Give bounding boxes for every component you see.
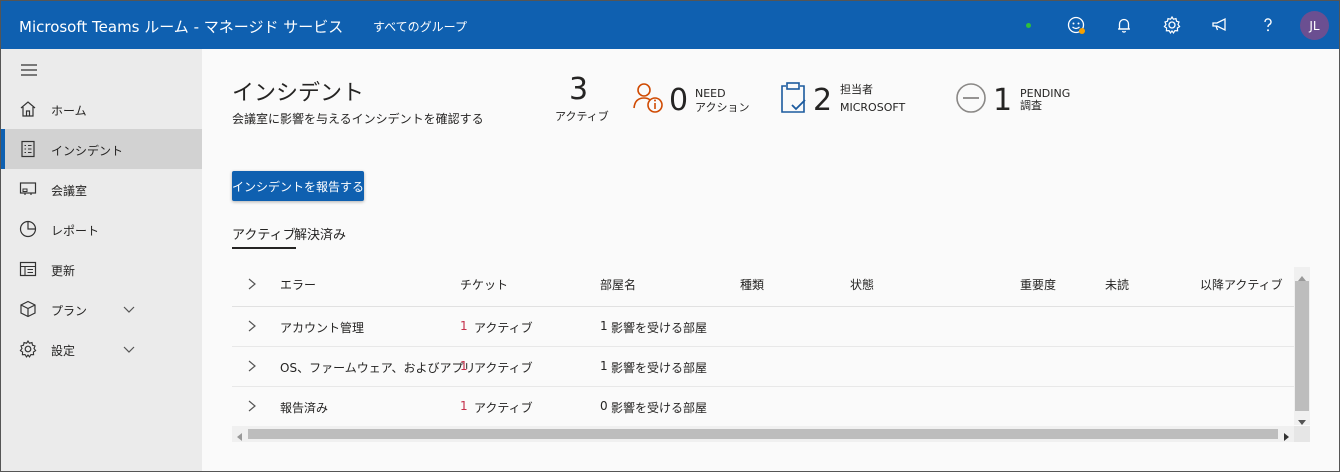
scrollbar-corner bbox=[1294, 426, 1310, 442]
ticket-text: アクティブ bbox=[474, 401, 533, 415]
room-count: 1 bbox=[600, 359, 608, 373]
vertical-scroll-thumb[interactable] bbox=[1295, 281, 1309, 411]
incident-icon bbox=[18, 139, 38, 159]
room-count: 0 bbox=[600, 399, 608, 413]
bell-icon[interactable] bbox=[1112, 13, 1136, 37]
sidebar-item-label: レポート bbox=[51, 224, 100, 238]
stat-need-action-value: 0 bbox=[669, 83, 689, 118]
scroll-left-arrow-icon[interactable] bbox=[236, 430, 242, 445]
home-icon bbox=[18, 99, 38, 119]
column-header-room-name[interactable]: 部屋名 bbox=[600, 276, 636, 293]
settings-icon bbox=[18, 339, 38, 359]
report-icon bbox=[18, 219, 38, 239]
vertical-scrollbar[interactable] bbox=[1294, 267, 1310, 425]
hamburger-menu-icon[interactable] bbox=[20, 63, 38, 77]
sidebar-item-home[interactable]: ホーム bbox=[1, 89, 202, 129]
stat-need-action-label-2: アクション bbox=[695, 101, 750, 114]
expand-all-chevron-icon[interactable] bbox=[246, 277, 258, 291]
minus-circle-icon bbox=[955, 82, 987, 114]
error-cell: OS、ファームウェア、およびアプリ bbox=[280, 361, 476, 375]
room-count: 1 bbox=[600, 319, 608, 333]
horizontal-scrollbar[interactable] bbox=[232, 426, 1294, 442]
column-header-status[interactable]: 状態 bbox=[850, 276, 874, 293]
ticket-text: アクティブ bbox=[474, 361, 533, 375]
ticket-count: 1 bbox=[460, 359, 468, 373]
avatar[interactable]: JL bbox=[1300, 11, 1329, 40]
room-text: 影響を受ける部屋 bbox=[611, 361, 708, 375]
sidebar-item-settings[interactable]: 設定 bbox=[1, 329, 202, 369]
table-row[interactable]: OS、ファームウェア、およびアプリ 1 アクティブ 1 影響を受ける部屋 bbox=[232, 347, 1294, 387]
status-indicator bbox=[1026, 23, 1031, 28]
stat-active-label: アクティブ bbox=[555, 110, 609, 123]
stat-active-value: 3 bbox=[569, 72, 589, 107]
stat-pending-label-2: 調査 bbox=[1020, 99, 1042, 112]
room-text: 影響を受ける部屋 bbox=[611, 401, 708, 415]
main-content: インシデント 会議室に影響を与えるインシデントを確認する 3 アクティブ 0 N… bbox=[202, 49, 1339, 471]
ticket-count: 1 bbox=[460, 399, 468, 413]
expand-row-chevron-icon[interactable] bbox=[246, 359, 258, 373]
expand-row-chevron-icon[interactable] bbox=[246, 319, 258, 333]
stat-need-action-label-1: NEED bbox=[695, 87, 726, 100]
horizontal-scroll-thumb[interactable] bbox=[248, 429, 1278, 439]
incidents-table: エラー チケット 部屋名 種類 状態 重要度 未読 以降アクティブ アカウント管… bbox=[232, 265, 1294, 427]
page-title: インシデント bbox=[232, 81, 365, 106]
feedback-icon[interactable] bbox=[1064, 13, 1088, 37]
stat-assigned-value: 2 bbox=[813, 83, 833, 118]
gear-icon[interactable] bbox=[1160, 13, 1184, 37]
sidebar-item-rooms[interactable]: 会議室 bbox=[1, 169, 202, 209]
ticket-count: 1 bbox=[460, 319, 468, 333]
column-header-severity[interactable]: 重要度 bbox=[1020, 276, 1056, 293]
clipboard-check-icon bbox=[778, 81, 808, 115]
error-cell: 報告済み bbox=[280, 401, 329, 415]
column-header-error[interactable]: エラー bbox=[280, 276, 316, 293]
app-title: Microsoft Teams ルーム - マネージド サービス bbox=[19, 18, 344, 36]
megaphone-icon[interactable] bbox=[1208, 13, 1232, 37]
page-subtitle: 会議室に影響を与えるインシデントを確認する bbox=[232, 112, 484, 126]
expand-row-chevron-icon[interactable] bbox=[246, 399, 258, 413]
top-bar: Microsoft Teams ルーム - マネージド サービス すべてのグルー… bbox=[1, 1, 1339, 49]
plan-icon bbox=[18, 299, 38, 319]
sidebar-item-label: インシデント bbox=[51, 144, 124, 158]
person-info-icon bbox=[632, 81, 666, 115]
room-text: 影響を受ける部屋 bbox=[611, 321, 708, 335]
table-row[interactable]: アカウント管理 1 アクティブ 1 影響を受ける部屋 bbox=[232, 307, 1294, 347]
column-header-ticket[interactable]: チケット bbox=[460, 276, 508, 293]
group-selector[interactable]: すべてのグループ bbox=[373, 18, 467, 35]
room-icon bbox=[18, 179, 38, 199]
help-icon[interactable] bbox=[1256, 13, 1280, 37]
sidebar-item-label: ホーム bbox=[51, 104, 87, 118]
app-window: Microsoft Teams ルーム - マネージド サービス すべてのグルー… bbox=[0, 0, 1340, 472]
sidebar-item-label: プラン bbox=[51, 304, 88, 318]
stat-pending-value: 1 bbox=[993, 83, 1013, 118]
column-header-unread[interactable]: 未読 bbox=[1105, 276, 1129, 293]
sidebar-item-plans[interactable]: プラン bbox=[1, 289, 202, 329]
updates-icon bbox=[18, 259, 38, 279]
sidebar-item-label: 設定 bbox=[51, 344, 76, 358]
stat-assigned-label-2: MICROSOFT bbox=[840, 101, 906, 114]
sidebar-item-label: 更新 bbox=[51, 264, 76, 278]
sidebar-item-reports[interactable]: レポート bbox=[1, 209, 202, 249]
sidebar-item-incidents[interactable]: インシデント bbox=[1, 129, 202, 169]
tab-active[interactable]: アクティブ bbox=[232, 224, 296, 249]
sidebar-item-updates[interactable]: 更新 bbox=[1, 249, 202, 289]
sidebar-item-label: 会議室 bbox=[51, 184, 88, 198]
stat-assigned-label-1: 担当者 bbox=[840, 83, 873, 96]
scroll-right-arrow-icon[interactable] bbox=[1284, 430, 1290, 445]
table-row[interactable]: 報告済み 1 アクティブ 0 影響を受ける部屋 bbox=[232, 387, 1294, 427]
column-header-type[interactable]: 種類 bbox=[740, 276, 764, 293]
tab-resolved[interactable]: 解決済み bbox=[294, 224, 346, 243]
sidebar: ホーム インシデント 会議室 レポート 更新 プラン 設定 bbox=[1, 49, 202, 471]
error-cell: アカウント管理 bbox=[280, 321, 365, 335]
chevron-down-icon[interactable] bbox=[121, 341, 137, 357]
ticket-text: アクティブ bbox=[474, 321, 533, 335]
chevron-down-icon[interactable] bbox=[121, 301, 137, 317]
report-incident-button[interactable]: インシデントを報告する bbox=[232, 171, 364, 201]
column-header-active-since[interactable]: 以降アクティブ bbox=[1200, 276, 1283, 293]
